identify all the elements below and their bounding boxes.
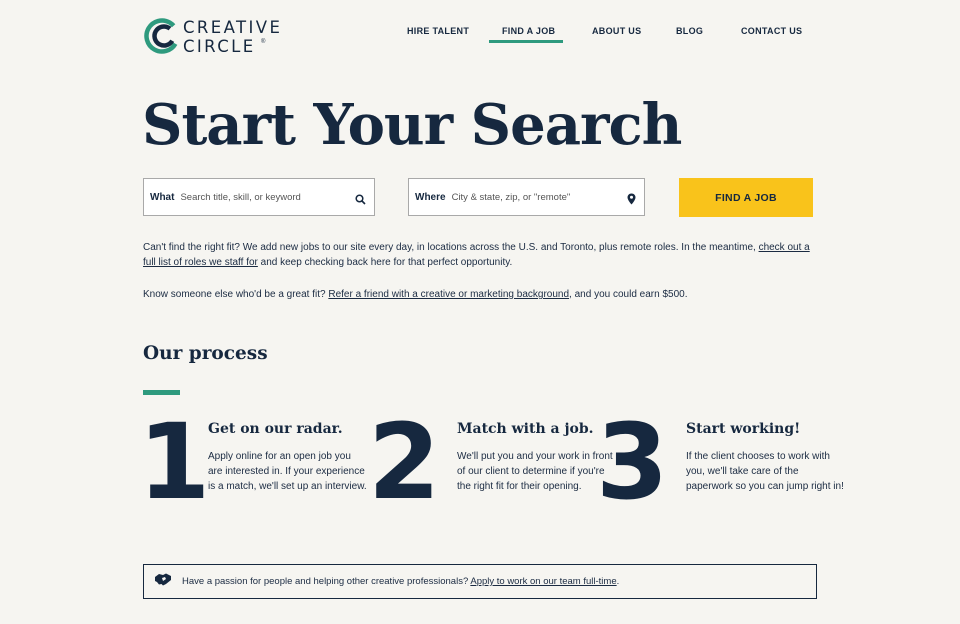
- where-field[interactable]: Where: [408, 178, 645, 216]
- process-divider: [143, 390, 180, 395]
- nav-find-a-job[interactable]: FIND A JOB: [502, 26, 555, 36]
- info-paragraph-1: Can't find the right fit? We add new job…: [143, 240, 823, 270]
- careers-banner: Have a passion for people and helping ot…: [143, 564, 817, 599]
- main-nav: HIRE TALENT FIND A JOB ABOUT US BLOG CON…: [0, 26, 960, 46]
- info-p2-after: , and you could earn $500.: [569, 289, 688, 300]
- banner-lead: Have a passion for people and helping ot…: [182, 576, 471, 587]
- nav-active-indicator: [489, 40, 563, 43]
- nav-blog[interactable]: BLOG: [676, 26, 703, 36]
- step-2-number: 2: [368, 401, 441, 523]
- banner-text: Have a passion for people and helping ot…: [182, 576, 619, 587]
- info-paragraph-2: Know someone else who'd be a great fit? …: [143, 287, 823, 302]
- info-p1-text: Can't find the right fit? We add new job…: [143, 242, 759, 253]
- where-label: Where: [415, 191, 446, 203]
- step-3-text: If the client chooses to work with you, …: [686, 451, 844, 492]
- apply-team-link[interactable]: Apply to work on our team full-time: [470, 576, 616, 587]
- banner-after: .: [616, 576, 620, 587]
- step-3-number: 3: [596, 401, 669, 523]
- info-p2-text: Know someone else who'd be a great fit?: [143, 289, 329, 300]
- page-title: Start Your Search: [142, 92, 682, 158]
- search-icon[interactable]: [355, 192, 366, 210]
- step-2-title: Match with a job.: [457, 421, 594, 437]
- info-p1-after: and keep checking back here for that per…: [257, 257, 513, 268]
- nav-about-us[interactable]: ABOUT US: [592, 26, 641, 36]
- location-pin-icon: [627, 192, 636, 210]
- nav-contact-us[interactable]: CONTACT US: [741, 26, 802, 36]
- what-input[interactable]: [180, 191, 351, 203]
- what-label: What: [150, 191, 175, 203]
- step-1-text: Apply online for an open job you are int…: [208, 451, 367, 492]
- handshake-icon: [154, 572, 172, 592]
- what-field[interactable]: What: [143, 178, 375, 216]
- nav-hire-talent[interactable]: HIRE TALENT: [407, 26, 469, 36]
- process-title: Our process: [143, 343, 268, 364]
- find-a-job-button[interactable]: FIND A JOB: [679, 178, 813, 217]
- step-1-title: Get on our radar.: [208, 421, 343, 437]
- where-input[interactable]: [451, 191, 622, 203]
- step-2-text: We'll put you and your work in front of …: [457, 451, 613, 492]
- step-3-title: Start working!: [686, 421, 801, 437]
- refer-friend-link[interactable]: Refer a friend with a creative or market…: [328, 289, 569, 300]
- step-1-number: 1: [138, 401, 211, 523]
